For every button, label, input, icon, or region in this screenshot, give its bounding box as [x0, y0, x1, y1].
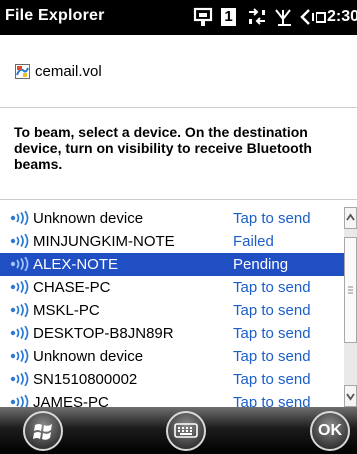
keyboard-icon [174, 423, 198, 438]
device-status[interactable]: Tap to send [233, 325, 311, 342]
device-status[interactable]: Tap to send [233, 210, 311, 227]
scroll-down-button[interactable] [344, 385, 357, 407]
scroll-up-button[interactable] [344, 207, 357, 229]
ok-button[interactable]: OK [310, 411, 350, 451]
battery-icon[interactable] [316, 7, 326, 27]
beam-instructions: To beam, select a device. On the destina… [14, 124, 312, 172]
device-name: ALEX-NOTE [33, 256, 119, 273]
device-status[interactable]: Failed [233, 233, 274, 250]
scroll-thumb[interactable] [344, 237, 357, 343]
signal-icon[interactable] [273, 7, 293, 27]
bluetooth-beam-icon [10, 234, 29, 248]
device-list[interactable]: Unknown device Tap to send MINJUNGKIM-NOTE… [0, 207, 344, 407]
device-name: MSKL-PC [33, 302, 100, 319]
bluetooth-beam-icon [10, 211, 29, 225]
device-status[interactable]: Pending [233, 256, 288, 273]
device-status[interactable]: Tap to send [233, 302, 311, 319]
start-button[interactable] [23, 411, 63, 451]
device-row[interactable]: MSKL-PC Tap to send [0, 299, 344, 322]
keyboard-button[interactable] [166, 411, 206, 451]
device-row[interactable]: CHASE-PC Tap to send [0, 276, 344, 299]
chevron-down-icon [346, 393, 355, 401]
device-row[interactable]: Unknown device Tap to send [0, 207, 344, 230]
connectivity-icon[interactable] [247, 7, 267, 27]
title-bar: File Explorer 1 2:30 [0, 0, 357, 35]
app-switch-icon[interactable] [193, 7, 215, 27]
device-status[interactable]: Tap to send [233, 279, 311, 296]
device-name: DESKTOP-B8JN89R [33, 325, 174, 342]
bluetooth-beam-icon [10, 326, 29, 340]
divider [0, 107, 357, 108]
grip-icon [348, 286, 353, 294]
clock: 2:30 [327, 8, 357, 25]
device-row[interactable]: JAMES-PC Tap to send [0, 391, 344, 407]
device-name: MINJUNGKIM-NOTE [33, 233, 175, 250]
chevron-up-icon [346, 213, 355, 221]
bluetooth-beam-icon [10, 257, 29, 271]
scrollbar[interactable] [344, 207, 357, 407]
divider [0, 199, 357, 200]
volume-file-icon [15, 64, 30, 79]
bluetooth-beam-icon [10, 280, 29, 294]
device-row[interactable]: SN1510800002 Tap to send [0, 368, 344, 391]
device-status[interactable]: Tap to send [233, 348, 311, 365]
file-name: cemail.vol [35, 63, 102, 80]
device-row[interactable]: Unknown device Tap to send [0, 345, 344, 368]
bluetooth-beam-icon [10, 395, 29, 407]
windows-logo-icon [33, 424, 52, 440]
device-status[interactable]: Tap to send [233, 394, 311, 407]
device-name: Unknown device [33, 348, 144, 365]
bluetooth-beam-icon [10, 349, 29, 363]
ok-label: OK [318, 422, 342, 439]
device-row[interactable]: ALEX-NOTE Pending [0, 253, 344, 276]
device-name: SN1510800002 [33, 371, 138, 388]
device-name: CHASE-PC [33, 279, 111, 296]
device-row[interactable]: MINJUNGKIM-NOTE Failed [0, 230, 344, 253]
device-status[interactable]: Tap to send [233, 371, 311, 388]
bluetooth-beam-icon [10, 372, 29, 386]
volume-icon[interactable] [298, 7, 316, 27]
notification-count[interactable]: 1 [221, 8, 236, 26]
device-row[interactable]: DESKTOP-B8JN89R Tap to send [0, 322, 344, 345]
bluetooth-beam-icon [10, 303, 29, 317]
app-title: File Explorer [5, 7, 105, 24]
device-name: Unknown device [33, 210, 144, 227]
device-name: JAMES-PC [33, 394, 109, 407]
softkey-bar: OK [0, 407, 357, 454]
